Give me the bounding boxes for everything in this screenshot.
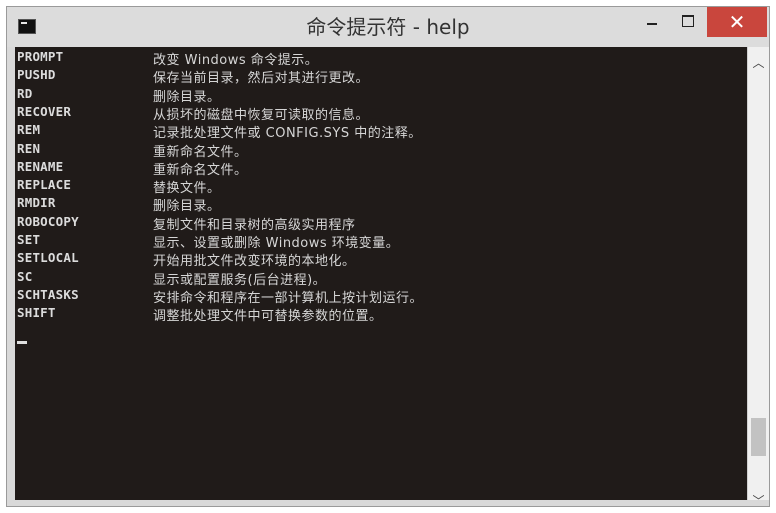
command-name: REPLACE [17, 177, 72, 193]
maximize-button[interactable] [671, 7, 705, 37]
command-name: REM [17, 122, 41, 138]
command-description: 删除目录。 [153, 89, 221, 105]
command-name: RENAME [17, 158, 64, 174]
command-name: SET [17, 232, 41, 247]
maximize-icon [682, 15, 694, 27]
command-description: 调整批处理文件中可替换参数的位置。 [153, 309, 383, 325]
command-description: 替换文件。 [153, 181, 221, 197]
command-name: SCHTASKS [17, 286, 79, 302]
command-description: 从损坏的磁盘中恢复可读取的信息。 [153, 107, 370, 123]
close-button[interactable]: ✕ [707, 7, 767, 37]
command-name: RMDIR [17, 195, 56, 211]
command-description: 安排命令和程序在一部计算机上按计划运行。 [153, 290, 424, 306]
command-description: 记录批处理文件或 CONFIG.SYS 中的注释。 [153, 126, 422, 142]
command-description: 重新命名文件。 [153, 144, 248, 160]
command-description: 保存当前目录，然后对其进行更改。 [153, 71, 370, 87]
command-name: REN [17, 140, 41, 156]
chevron-down-icon[interactable]: ﹀ [748, 491, 769, 511]
close-icon: ✕ [728, 10, 746, 34]
command-name: SHIFT [17, 305, 56, 321]
command-name: RECOVER [17, 103, 72, 119]
command-description: 显示、设置或删除 Windows 环境变量。 [153, 236, 400, 251]
console-output[interactable]: PROMPT 改变 Windows 命令提示。 PUSHD 保存当前目录，然后对其进行… [15, 47, 747, 500]
command-description: 开始用批文件改变环境的本地化。 [153, 254, 356, 270]
command-description: 显示或配置服务(后台进程)。 [153, 272, 327, 288]
vertical-scrollbar[interactable]: ︿ ﹀ [747, 47, 769, 508]
command-name: PUSHD [17, 67, 56, 83]
scrollbar-thumb[interactable] [751, 418, 766, 456]
command-description: 重新命名文件。 [153, 162, 248, 178]
command-name: SC [17, 268, 33, 284]
chevron-up-icon[interactable]: ︿ [748, 53, 769, 73]
minimize-icon [647, 23, 657, 25]
command-description: 改变 Windows 命令提示。 [153, 53, 319, 68]
minimize-button[interactable] [635, 7, 669, 37]
command-name: RD [17, 85, 33, 101]
text-cursor [17, 341, 27, 344]
command-name: PROMPT [17, 49, 64, 64]
command-description: 删除目录。 [153, 199, 221, 215]
command-description: 复制文件和目录树的高级实用程序 [153, 217, 356, 233]
title-bar[interactable]: 命令提示符 - help ✕ [7, 7, 769, 47]
command-name: ROBOCOPY [17, 213, 79, 229]
command-name: SETLOCAL [17, 250, 79, 266]
command-prompt-window: 命令提示符 - help ✕ PROMPT 改变 Windows 命令提示。 PUS… [6, 6, 770, 508]
